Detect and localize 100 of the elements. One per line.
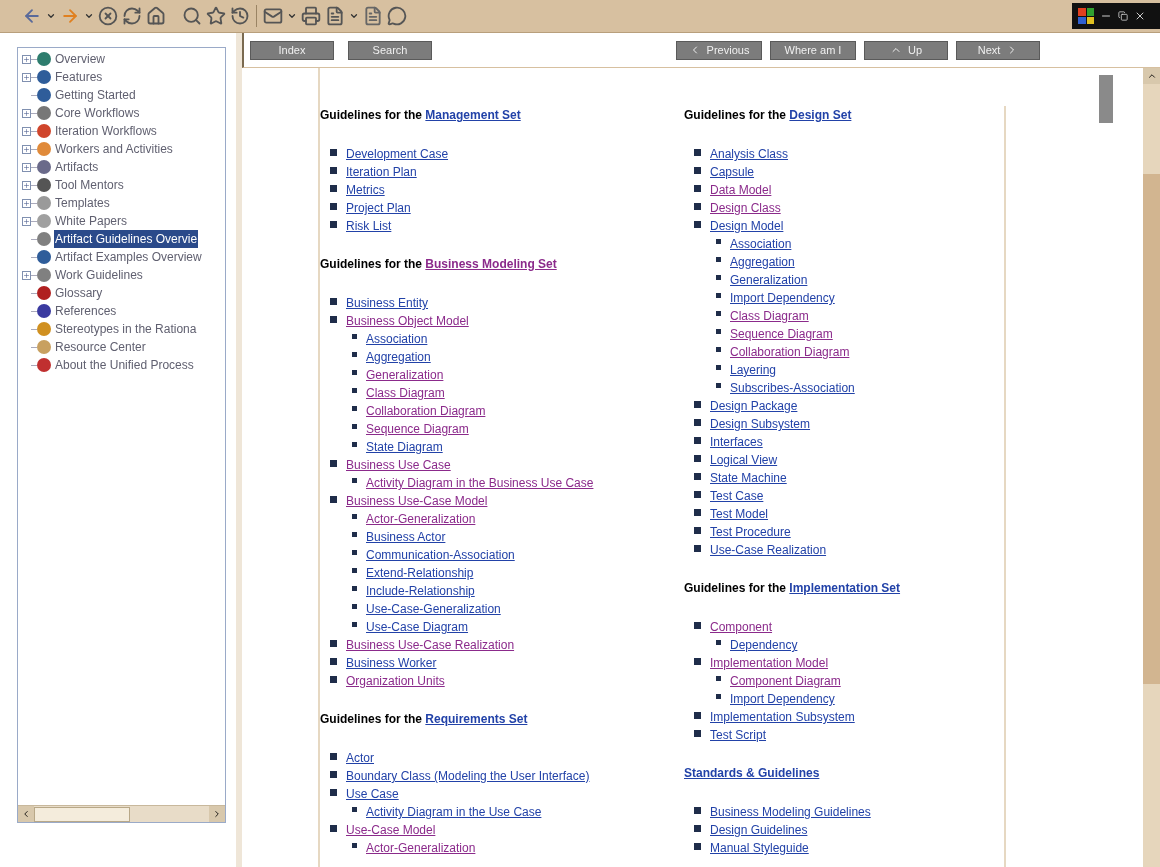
guideline-link[interactable]: Organization Units xyxy=(346,672,445,690)
star-icon[interactable] xyxy=(206,6,226,26)
guideline-link[interactable]: Association xyxy=(366,330,428,348)
guideline-link[interactable]: Design Model xyxy=(710,217,784,235)
tree-item[interactable]: Artifact Guidelines Overvie xyxy=(54,230,199,248)
guideline-link[interactable]: Use-Case Model xyxy=(346,821,436,839)
expand-icon[interactable] xyxy=(22,270,31,280)
guideline-link[interactable]: Generalization xyxy=(366,366,444,384)
guideline-link[interactable]: Use-Case Diagram xyxy=(366,618,469,636)
guideline-link[interactable]: Association xyxy=(730,235,792,253)
guideline-link[interactable]: Aggregation xyxy=(730,253,795,271)
caret-icon[interactable] xyxy=(46,11,56,21)
guideline-link[interactable]: Subscribes-Association xyxy=(730,379,855,397)
tree-item[interactable]: Features xyxy=(54,68,104,86)
tree-item[interactable]: Overview xyxy=(54,50,106,68)
guideline-link[interactable]: State Machine xyxy=(710,469,787,487)
tree-item[interactable]: Iteration Workflows xyxy=(54,122,158,140)
guideline-link[interactable]: Class Diagram xyxy=(730,307,809,325)
guideline-link[interactable]: Interfaces xyxy=(710,433,763,451)
guideline-link[interactable]: Business Entity xyxy=(346,294,429,312)
nav-button[interactable]: Previous xyxy=(676,40,762,60)
tree-item[interactable]: Artifact Examples Overview xyxy=(54,248,203,266)
search-icon[interactable] xyxy=(182,6,202,26)
guideline-link[interactable]: Test Procedure xyxy=(710,523,791,541)
tree-item[interactable]: Core Workflows xyxy=(54,104,141,122)
guideline-link[interactable]: Import Dependency xyxy=(730,289,835,307)
guideline-link[interactable]: Activity Diagram in the Use Case xyxy=(366,803,542,821)
expand-icon[interactable] xyxy=(22,144,31,154)
guideline-link[interactable]: Include-Relationship xyxy=(366,582,475,600)
caret-icon[interactable] xyxy=(84,11,94,21)
expand-icon[interactable] xyxy=(22,198,31,208)
guideline-link[interactable]: Sequence Diagram xyxy=(366,420,469,438)
guideline-link[interactable]: Actor-Generalization xyxy=(366,510,476,528)
guideline-link[interactable]: Class Diagram xyxy=(366,384,445,402)
section-link[interactable]: Management Set xyxy=(425,106,521,124)
nav-button[interactable]: Up xyxy=(864,40,948,60)
guideline-link[interactable]: Design Subsystem xyxy=(710,415,811,433)
guideline-link[interactable]: Component xyxy=(710,618,773,636)
tree-item[interactable]: Artifacts xyxy=(54,158,100,176)
guideline-link[interactable]: Project Plan xyxy=(346,199,411,217)
section-link[interactable]: Requirements Set xyxy=(425,710,528,728)
mail-icon[interactable] xyxy=(263,6,283,26)
section-link[interactable]: Implementation Set xyxy=(789,579,901,597)
horizontal-scrollbar[interactable] xyxy=(18,805,225,822)
guideline-link[interactable]: Sequence Diagram xyxy=(730,325,833,343)
document-icon[interactable] xyxy=(325,6,345,26)
guideline-link[interactable]: Business Actor xyxy=(366,528,446,546)
guideline-link[interactable]: Import Dependency xyxy=(730,690,835,708)
tree-item[interactable]: Stereotypes in the Rationa xyxy=(54,320,198,338)
guideline-link[interactable]: Activity Diagram in the Business Use Case xyxy=(366,474,594,492)
home-icon[interactable] xyxy=(146,6,166,26)
guideline-link[interactable]: Use Case xyxy=(346,785,399,803)
guideline-link[interactable]: Implementation Model xyxy=(710,654,829,672)
nav-button[interactable]: Next xyxy=(956,40,1040,60)
guideline-link[interactable]: Actor xyxy=(346,749,374,767)
page-icon[interactable] xyxy=(363,6,383,26)
expand-icon[interactable] xyxy=(22,216,31,226)
guideline-link[interactable]: Extend-Relationship xyxy=(366,564,474,582)
guideline-link[interactable]: Communication-Association xyxy=(366,546,515,564)
vertical-scrollbar[interactable] xyxy=(1143,68,1160,867)
stop-icon[interactable] xyxy=(98,6,118,26)
guideline-link[interactable]: Test Case xyxy=(710,487,764,505)
nav-button[interactable]: Search xyxy=(348,40,432,60)
guideline-link[interactable]: Use-Case Realization xyxy=(710,541,827,559)
guideline-link[interactable]: Business Modeling Guidelines xyxy=(710,803,871,821)
tree-item[interactable]: Getting Started xyxy=(54,86,137,104)
expand-icon[interactable] xyxy=(22,180,31,190)
restore-icon[interactable] xyxy=(1118,11,1128,21)
guideline-link[interactable]: Boundary Class (Modeling the User Interface) xyxy=(346,767,590,785)
guideline-link[interactable]: Business Object Model xyxy=(346,312,469,330)
guideline-link[interactable]: Design Guidelines xyxy=(710,821,808,839)
tree-item[interactable]: Work Guidelines xyxy=(54,266,144,284)
guideline-link[interactable]: Implementation Subsystem xyxy=(710,708,855,726)
guideline-link[interactable]: Collaboration Diagram xyxy=(366,402,486,420)
guideline-link[interactable]: Aggregation xyxy=(366,348,431,366)
guideline-link[interactable]: Analysis Class xyxy=(710,145,789,163)
expand-icon[interactable] xyxy=(22,54,31,64)
guideline-link[interactable]: Collaboration Diagram xyxy=(730,343,850,361)
guideline-link[interactable]: Component Diagram xyxy=(730,672,841,690)
scroll-right-icon[interactable] xyxy=(209,806,225,822)
tree-item[interactable]: Resource Center xyxy=(54,338,147,356)
expand-icon[interactable] xyxy=(22,126,31,136)
guideline-link[interactable]: Logical View xyxy=(710,451,778,469)
tree-item[interactable]: Glossary xyxy=(54,284,104,302)
tree-item[interactable]: White Papers xyxy=(54,212,129,230)
guideline-link[interactable]: Actor-Generalization xyxy=(366,839,476,857)
guideline-link[interactable]: Test Script xyxy=(710,726,766,744)
guideline-link[interactable]: Test Model xyxy=(710,505,769,523)
nav-button[interactable]: Index xyxy=(250,40,334,60)
history-icon[interactable] xyxy=(230,6,250,26)
guideline-link[interactable]: Development Case xyxy=(346,145,449,163)
tree-item[interactable]: References xyxy=(54,302,118,320)
guideline-link[interactable]: Data Model xyxy=(710,181,772,199)
expand-icon[interactable] xyxy=(22,108,31,118)
guideline-link[interactable]: Risk List xyxy=(346,217,392,235)
guideline-link[interactable]: Business Worker xyxy=(346,654,437,672)
section-link[interactable]: Standards & Guidelines xyxy=(684,764,820,782)
expand-icon[interactable] xyxy=(22,72,31,82)
guideline-link[interactable]: Metrics xyxy=(346,181,385,199)
close-icon[interactable] xyxy=(1134,10,1146,22)
